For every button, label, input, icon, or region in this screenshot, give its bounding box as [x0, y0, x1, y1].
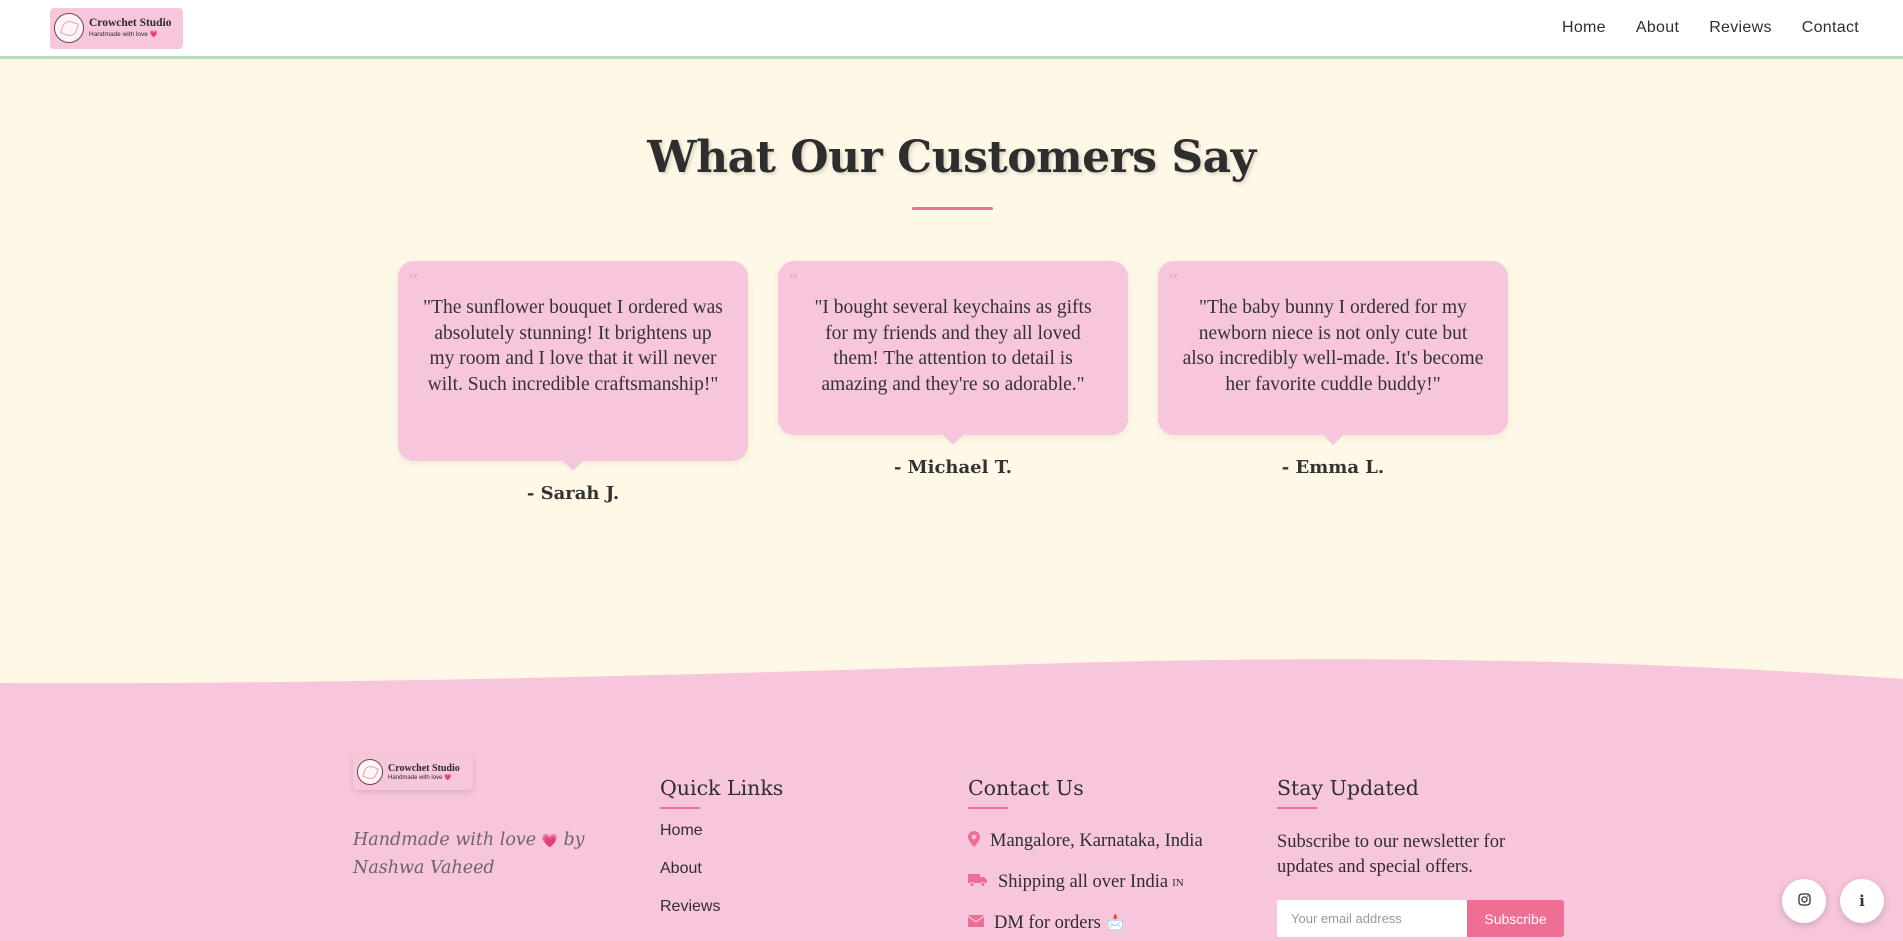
reviews-title: What Our Customers Say: [647, 132, 1256, 183]
heart-icon: 💗: [149, 31, 158, 38]
quote-icon: “: [1168, 269, 1179, 293]
review-text: "I bought several keychains as gifts for…: [814, 297, 1092, 395]
nav-home[interactable]: Home: [1562, 19, 1606, 37]
shipping-text: Shipping all over India: [998, 872, 1169, 892]
envelope-icon: [967, 915, 994, 932]
dm-text: DM for orders: [994, 913, 1101, 933]
logo-subtitle-text: Handmade with love: [388, 774, 443, 781]
quote-icon: “: [408, 269, 419, 293]
review-text: "The baby bunny I ordered for my newborn…: [1182, 297, 1484, 395]
contact-shipping: Shipping all over India IN: [968, 862, 1203, 903]
newsletter-text: Subscribe to our newsletter for updates …: [1277, 832, 1506, 877]
site-header: Crowchet Studio Handmade with love 💗 Hom…: [0, 0, 1903, 59]
instagram-icon: [1797, 892, 1811, 910]
quote-icon: “: [788, 269, 799, 293]
subscribe-button[interactable]: Subscribe: [1467, 900, 1564, 937]
footer-wave: [0, 659, 1903, 685]
subscribe-form: Subscribe: [1277, 900, 1564, 937]
nav-contact[interactable]: Contact: [1802, 19, 1859, 37]
header-logo[interactable]: Crowchet Studio Handmade with love 💗: [50, 7, 183, 49]
email-input[interactable]: [1277, 900, 1467, 937]
contact-dm: DM for orders 📩: [967, 903, 1203, 941]
quick-links-list: Home About Reviews: [660, 819, 783, 933]
review-card: “ "The baby bunny I ordered for my newbo…: [1158, 261, 1508, 478]
quick-links-column: Quick Links Home About Reviews: [660, 776, 783, 933]
review-bubble: “ "I bought several keychains as gifts f…: [778, 261, 1128, 445]
footer-logo[interactable]: Crowchet Studio Handmade with love 💗: [353, 754, 473, 790]
footer-link-reviews[interactable]: Reviews: [660, 895, 783, 933]
review-text: "The sunflower bouquet I ordered was abs…: [423, 297, 723, 395]
heading-underline: [1277, 807, 1317, 809]
review-author: - Michael T.: [893, 457, 1013, 478]
inbox-icon: 📩: [1106, 916, 1125, 931]
footer-link-about[interactable]: About: [660, 857, 783, 895]
newsletter-column: Stay Updated Subscribe to our newsletter…: [1277, 776, 1564, 937]
review-card: “ "I bought several keychains as gifts f…: [778, 261, 1128, 478]
newsletter-heading: Stay Updated: [1277, 776, 1419, 800]
india-flag-icon: IN: [1172, 876, 1184, 889]
heart-icon: 💗: [541, 834, 558, 849]
nav-about[interactable]: About: [1636, 19, 1679, 37]
map-pin-icon: [968, 831, 990, 852]
logo-subtitle: Handmade with love 💗: [388, 774, 460, 782]
heading-underline: [660, 807, 700, 809]
instagram-button[interactable]: [1782, 879, 1826, 923]
info-button[interactable]: i: [1840, 879, 1884, 923]
heading-underline: [968, 807, 1008, 809]
tagline-text: Handmade with love: [353, 830, 537, 850]
review-bubble: “ "The baby bunny I ordered for my newbo…: [1158, 261, 1508, 445]
contact-column: Contact Us Mangalore, Karnataka, India S…: [967, 776, 1203, 941]
logo-subtitle: Handmade with love 💗: [89, 30, 172, 39]
truck-icon: [968, 873, 998, 892]
heart-icon: 💗: [444, 774, 452, 781]
main-nav: Home About Reviews Contact: [1532, 19, 1859, 37]
logo-text: Crowchet Studio Handmade with love 💗: [388, 763, 460, 782]
quick-links-heading: Quick Links: [660, 776, 784, 800]
nav-reviews[interactable]: Reviews: [1709, 19, 1772, 37]
footer-tagline: Handmade with love 💗 by Nashwa Vaheed: [353, 827, 593, 882]
footer-link-home[interactable]: Home: [660, 819, 783, 857]
contact-list: Mangalore, Karnataka, India Shipping all…: [967, 821, 1203, 941]
logo-text: Crowchet Studio Handmade with love 💗: [89, 17, 172, 39]
logo-subtitle-text: Handmade with love: [89, 31, 148, 38]
contact-location: Mangalore, Karnataka, India: [968, 821, 1203, 862]
contact-heading: Contact Us: [968, 776, 1084, 800]
review-author: - Sarah J.: [526, 483, 620, 504]
site-footer: [0, 685, 1903, 941]
title-underline: [912, 207, 993, 210]
review-bubble: “ "The sunflower bouquet I ordered was a…: [398, 261, 748, 471]
logo-mark-icon: [54, 13, 84, 43]
review-card: “ "The sunflower bouquet I ordered was a…: [398, 261, 748, 504]
logo-title: Crowchet Studio: [388, 762, 460, 774]
review-author: - Emma L.: [1281, 457, 1385, 478]
location-text: Mangalore, Karnataka, India: [990, 831, 1203, 851]
logo-mark-icon: [357, 759, 383, 785]
info-icon: i: [1859, 892, 1865, 910]
logo-title: Crowchet Studio: [89, 17, 172, 29]
